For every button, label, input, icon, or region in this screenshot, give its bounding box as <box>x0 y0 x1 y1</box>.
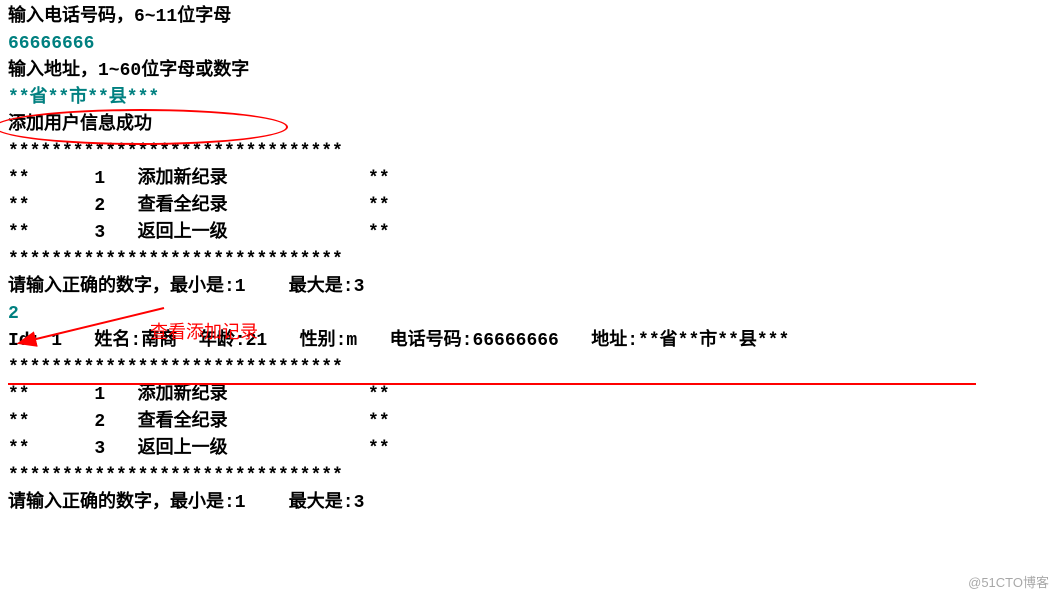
input-choice-2: 2 <box>8 301 1053 328</box>
menu-item-2b: ** 2 查看全纪录 ** <box>8 409 1053 436</box>
input-address: **省**市**县*** <box>8 85 1053 112</box>
menu-border-top-1: ******************************* <box>8 139 1053 166</box>
input-phone: 66666666 <box>8 31 1053 58</box>
prompt-number-1: 请输入正确的数字，最小是:1 最大是:3 <box>8 274 1053 301</box>
menu-item-2a: ** 2 查看全纪录 ** <box>8 193 1053 220</box>
watermark: @51CTO博客 <box>968 573 1049 593</box>
success-message: 添加用户信息成功 <box>8 112 1053 139</box>
menu-border-top-2: ******************************* <box>8 355 1053 382</box>
menu-item-3a: ** 3 返回上一级 ** <box>8 220 1053 247</box>
record-row: Id: 1 姓名:南商 年龄:21 性别:m 电话号码:66666666 地址:… <box>8 328 1053 355</box>
menu-border-bottom-1: ******************************* <box>8 247 1053 274</box>
menu-item-1a: ** 1 添加新纪录 ** <box>8 166 1053 193</box>
prompt-phone: 输入电话号码，6~11位字母 <box>8 4 1053 31</box>
prompt-number-2: 请输入正确的数字，最小是:1 最大是:3 <box>8 490 1053 517</box>
prompt-address: 输入地址，1~60位字母或数字 <box>8 58 1053 85</box>
menu-item-1b: ** 1 添加新纪录 ** <box>8 382 1053 409</box>
menu-item-3b: ** 3 返回上一级 ** <box>8 436 1053 463</box>
menu-border-bottom-2: ******************************* <box>8 463 1053 490</box>
